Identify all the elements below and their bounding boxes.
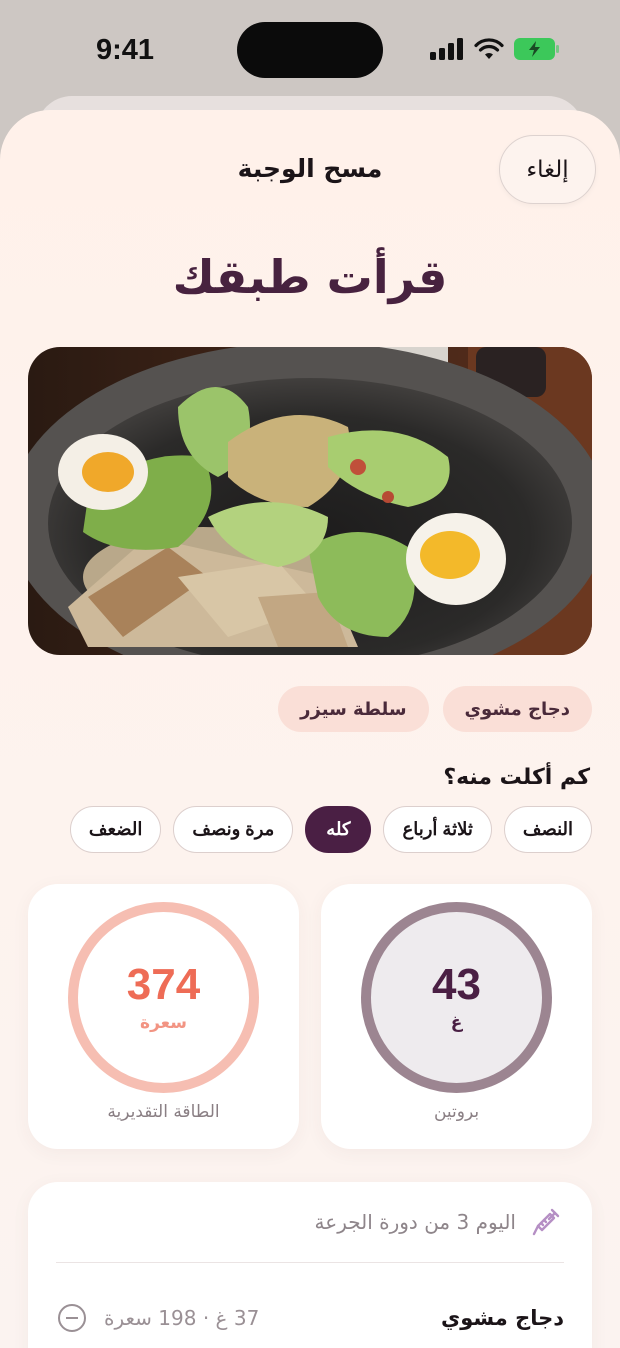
food-item-macros: 37 غ · 198 سعرة	[104, 1306, 260, 1330]
energy-unit: سعرة	[140, 1012, 187, 1033]
dose-cycle-text: اليوم 3 من دورة الجرعة	[314, 1210, 516, 1234]
portion-option-double[interactable]: الضعف	[69, 806, 162, 853]
protein-label: بروتين	[433, 1102, 480, 1122]
energy-card: 374 سعرة الطاقة التقديرية	[28, 884, 299, 1149]
meal-scan-sheet: مسح الوجبة إلغاء قرأت طبقك دجاج مشوي سلط…	[0, 110, 620, 1348]
portion-option-half[interactable]: النصف	[503, 806, 592, 853]
status-icons	[430, 38, 560, 60]
battery-charging-icon	[514, 38, 559, 60]
meal-details-card: اليوم 3 من دورة الجرعة دجاج مشوي 37 غ · …	[28, 1182, 592, 1348]
energy-label: الطاقة التقديرية	[107, 1102, 220, 1122]
food-item-name: دجاج مشوي	[440, 1306, 564, 1330]
minus-icon	[66, 1316, 78, 1320]
wifi-icon	[474, 38, 504, 59]
detected-item-chip[interactable]: سلطة سيزر	[278, 686, 429, 732]
portion-options: النصف ثلاثة أرباع كله مرة ونصف الضعف	[69, 806, 592, 853]
result-headline: قرأت طبقك	[172, 250, 448, 304]
status-time: 9:41	[96, 34, 155, 66]
divider	[56, 1262, 564, 1263]
energy-ring: 374 سعرة	[68, 902, 259, 1093]
portion-question: كم أكلت منه؟	[443, 765, 590, 790]
food-item-row: دجاج مشوي 37 غ · 198 سعرة	[58, 1304, 564, 1332]
meal-photo	[28, 347, 592, 655]
portion-option-three-quarters[interactable]: ثلاثة أرباع	[383, 806, 492, 853]
cancel-button[interactable]: إلغاء	[499, 135, 596, 204]
remove-item-button[interactable]	[58, 1304, 86, 1332]
food-item-info: 37 غ · 198 سعرة	[58, 1304, 259, 1332]
protein-card: 43 غ بروتين	[321, 884, 592, 1149]
dynamic-island	[237, 22, 383, 78]
protein-value: 43	[432, 959, 481, 1009]
dose-cycle-row: اليوم 3 من دورة الجرعة	[58, 1206, 562, 1238]
detected-item-chip[interactable]: دجاج مشوي	[442, 686, 592, 732]
signal-icon	[430, 38, 463, 60]
protein-ring: 43 غ	[361, 902, 552, 1093]
portion-option-all[interactable]: كله	[305, 806, 372, 853]
energy-value: 374	[126, 959, 201, 1009]
status-bar: 9:41	[0, 0, 620, 100]
protein-unit: غ	[450, 1012, 463, 1033]
detected-items: دجاج مشوي سلطة سيزر	[278, 686, 592, 732]
portion-option-one-and-half[interactable]: مرة ونصف	[173, 806, 294, 853]
meal-photo-illustration	[28, 347, 592, 655]
syringe-icon	[532, 1208, 560, 1236]
